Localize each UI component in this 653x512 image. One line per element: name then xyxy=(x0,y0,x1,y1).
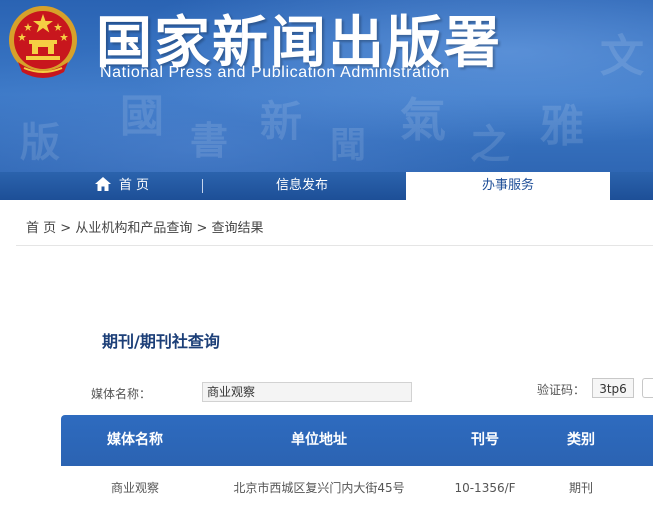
media-name-input[interactable] xyxy=(202,382,412,402)
results-table-header: 媒体名称 单位地址 刊号 类别 xyxy=(61,415,653,466)
home-icon xyxy=(94,177,111,191)
captcha-label: 验证码： xyxy=(537,383,586,397)
nav-divider xyxy=(202,179,203,193)
breadcrumb-separator: > xyxy=(60,221,72,236)
cell-category: 期刊 xyxy=(568,481,593,495)
national-emblem-icon xyxy=(9,6,77,78)
table-row[interactable]: 商业观察 北京市西城区复兴门内大街45号 10-1356/F 期刊 xyxy=(61,466,653,510)
site-title-en: National Press and Publication Administr… xyxy=(100,64,450,81)
nav-item-news[interactable]: 信息发布 xyxy=(222,172,382,200)
calligraphy-decoration: 國 xyxy=(120,91,164,142)
breadcrumb-home-link[interactable]: 首 页 xyxy=(26,221,56,236)
breadcrumb: 首 页 > 从业机构和产品查询 > 查询结果 xyxy=(26,217,264,236)
calligraphy-decoration: 版 xyxy=(20,119,60,166)
nav-item-label: 首 页 xyxy=(118,178,150,193)
nav-item-services[interactable]: 办事服务 xyxy=(406,172,610,200)
breadcrumb-divider xyxy=(16,245,653,246)
main-nav: 首 页 信息发布 办事服务 xyxy=(0,172,653,200)
nav-item-home[interactable]: 首 页 xyxy=(62,172,182,200)
media-name-label: 媒体名称： xyxy=(91,387,152,401)
breadcrumb-separator: > xyxy=(196,221,208,236)
cell-issue-number: 10-1356/F xyxy=(454,481,516,495)
calligraphy-decoration: 之 xyxy=(470,121,510,168)
calligraphy-decoration: 氣 xyxy=(400,93,446,147)
calligraphy-decoration: 雅 xyxy=(540,101,584,152)
cell-address: 北京市西城区复兴门内大街45号 xyxy=(233,481,405,495)
calligraphy-decoration: 文 xyxy=(600,31,644,82)
calligraphy-decoration: 新 xyxy=(260,97,303,146)
section-title: 期刊/期刊社查询 xyxy=(102,332,220,351)
breadcrumb-query-link[interactable]: 从业机构和产品查询 xyxy=(75,221,192,236)
captcha-image[interactable]: 3tp6 xyxy=(592,378,634,398)
breadcrumb-current: 查询结果 xyxy=(211,221,264,236)
column-header-issue-number: 刊号 xyxy=(471,432,499,448)
column-header-category: 类别 xyxy=(567,432,595,448)
column-header-media-name: 媒体名称 xyxy=(107,432,163,448)
column-header-address: 单位地址 xyxy=(291,432,347,448)
cell-media-name: 商业观察 xyxy=(110,481,159,495)
captcha-input[interactable] xyxy=(642,378,653,398)
header-banner: 國 書 新 聞 氣 之 雅 文 版 国家新闻出版署 National Press… xyxy=(0,0,653,172)
calligraphy-decoration: 書 xyxy=(190,118,229,163)
calligraphy-decoration: 聞 xyxy=(330,124,367,166)
